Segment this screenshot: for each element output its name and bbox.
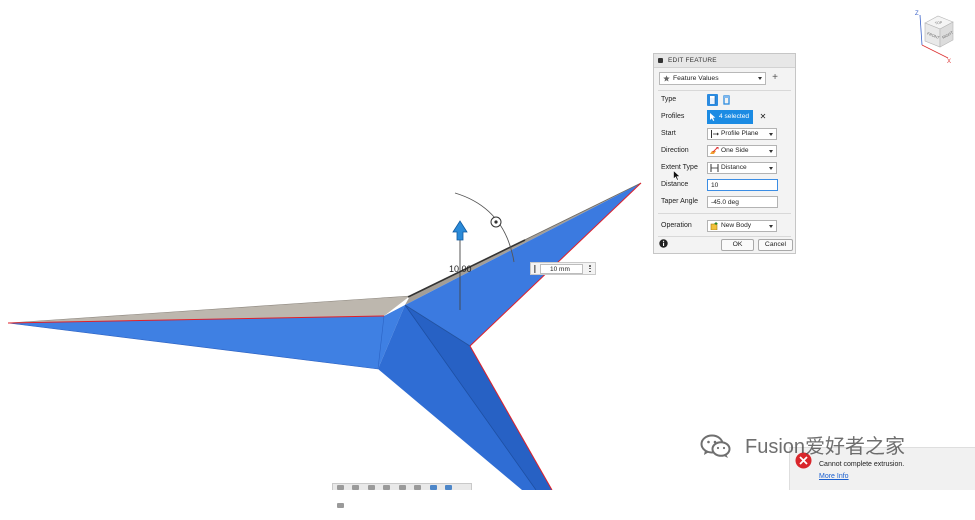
display-settings-icon[interactable] xyxy=(414,485,422,490)
cancel-button[interactable]: Cancel xyxy=(758,239,793,251)
new-body-icon xyxy=(710,222,718,230)
distance-extent-icon xyxy=(710,164,719,172)
star-icon xyxy=(663,75,670,82)
select-cursor-icon xyxy=(710,113,716,121)
taper-angle-row: Taper Angle xyxy=(654,195,795,209)
direction-dropdown[interactable]: One Side xyxy=(707,145,777,157)
profile-plane-icon xyxy=(711,130,719,138)
type-label: Type xyxy=(661,96,677,103)
profiles-row: Profiles 4 selected ✕ xyxy=(654,110,795,124)
clear-selection-button[interactable]: ✕ xyxy=(758,110,768,124)
profiles-selected-count: 4 selected xyxy=(719,113,750,120)
watermark-text: Fusion爱好者之家 xyxy=(745,436,906,458)
z-axis-label: Z xyxy=(915,11,919,17)
one-side-icon xyxy=(710,147,719,154)
drag-grip-icon[interactable] xyxy=(534,265,536,273)
chevron-down-icon xyxy=(769,167,773,170)
panel-collapse-icon[interactable] xyxy=(658,58,663,63)
taper-angle-handle-dot xyxy=(494,220,498,224)
operation-dropdown[interactable]: New Body xyxy=(707,220,777,232)
mouse-cursor-icon xyxy=(673,170,681,181)
taper-angle-input[interactable] xyxy=(707,196,778,208)
start-row: Start Profile Plane xyxy=(654,127,795,141)
distance-input[interactable] xyxy=(707,179,778,191)
extent-type-dropdown[interactable]: Distance xyxy=(707,162,777,174)
feature-values-dropdown[interactable]: Feature Values xyxy=(659,72,766,85)
grid-settings-icon[interactable] xyxy=(429,485,437,490)
environment-icon[interactable] xyxy=(337,503,344,508)
z-axis xyxy=(919,14,923,46)
extent-type-value: Distance xyxy=(721,164,747,171)
pan-icon[interactable] xyxy=(367,485,375,490)
extrude-thin-icon[interactable] xyxy=(721,94,732,106)
panel-title: EDIT FEATURE xyxy=(668,57,717,64)
start-value: Profile Plane xyxy=(721,130,759,137)
direction-value: One Side xyxy=(721,147,749,154)
viewport-canvas[interactable]: 10.00 xyxy=(0,0,975,490)
divider xyxy=(658,236,791,237)
extrude-solid-icon[interactable] xyxy=(707,94,718,106)
wechat-logo-icon xyxy=(700,434,731,458)
direction-label: Direction xyxy=(661,147,689,154)
more-options-icon[interactable] xyxy=(588,265,592,273)
distance-overlay-input[interactable] xyxy=(540,264,583,274)
more-info-link[interactable]: More Info xyxy=(819,473,849,480)
operation-value: New Body xyxy=(721,222,752,229)
look-at-icon[interactable] xyxy=(352,485,360,490)
distance-arrow-handle-icon[interactable] xyxy=(452,220,468,241)
navigation-toolbar xyxy=(332,483,472,508)
orbit-icon[interactable] xyxy=(337,485,344,490)
type-row: Type xyxy=(654,93,795,107)
error-message: Cannot complete extrusion. xyxy=(819,461,905,468)
feature-values-label: Feature Values xyxy=(673,75,719,82)
info-icon[interactable] xyxy=(659,239,668,248)
divider xyxy=(658,213,791,214)
body-right-arm-face[interactable] xyxy=(405,183,641,346)
start-label: Start xyxy=(661,130,676,137)
profiles-label: Profiles xyxy=(661,113,685,120)
add-preset-button[interactable]: + xyxy=(770,71,780,85)
distance-overlay-input-box xyxy=(530,262,596,275)
start-dropdown[interactable]: Profile Plane xyxy=(707,128,777,140)
fit-icon[interactable] xyxy=(398,485,406,490)
direction-row: Direction One Side xyxy=(654,144,795,158)
chevron-down-icon xyxy=(769,133,773,136)
divider xyxy=(658,90,791,91)
chevron-down-icon xyxy=(758,77,762,80)
chevron-down-icon xyxy=(769,150,773,153)
taper-angle-label: Taper Angle xyxy=(661,198,698,205)
viewports-icon[interactable] xyxy=(445,485,453,490)
ok-button[interactable]: OK xyxy=(721,239,754,251)
operation-label: Operation xyxy=(661,222,692,229)
panel-header[interactable]: EDIT FEATURE xyxy=(654,54,795,68)
zoom-icon[interactable] xyxy=(383,485,391,490)
chevron-down-icon xyxy=(769,225,773,228)
operation-row: Operation New Body xyxy=(654,219,795,233)
profiles-selection-button[interactable]: 4 selected xyxy=(707,110,753,124)
x-axis-label: X xyxy=(947,59,951,65)
edit-feature-panel: EDIT FEATURE Feature Values + Type Profi… xyxy=(653,53,796,254)
dimension-label: 10.00 xyxy=(449,264,472,274)
view-cube[interactable]: TOP FRONT RIGHT Z X xyxy=(911,7,963,67)
x-axis xyxy=(921,44,949,59)
